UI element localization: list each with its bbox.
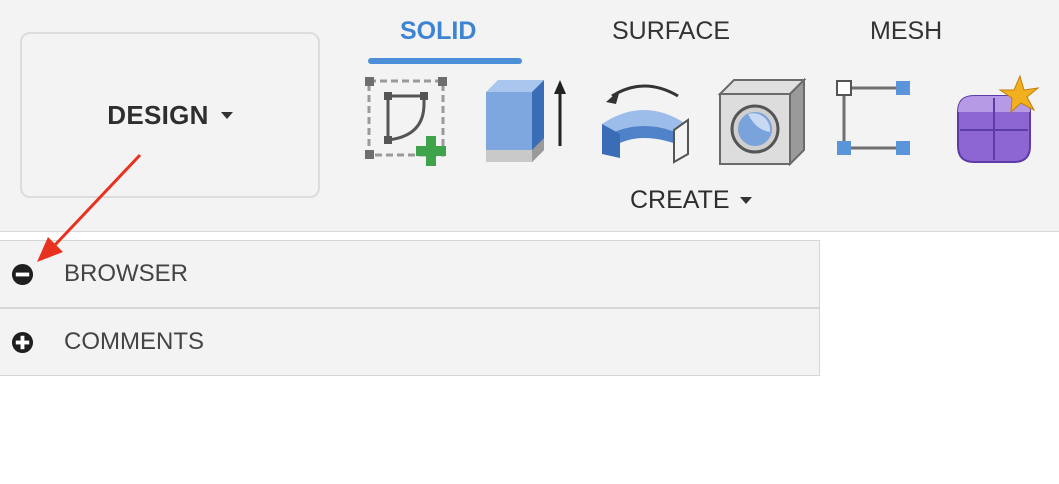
create-menu-button[interactable]: CREATE (630, 183, 752, 217)
form-button[interactable] (830, 74, 924, 168)
create-sketch-icon (365, 77, 447, 166)
toolbar: DESIGN SOLID SURFACE MESH CREATE (0, 0, 1059, 232)
plus-circle-icon[interactable] (11, 331, 34, 354)
form-icon (836, 80, 910, 155)
tab-mesh[interactable]: MESH (870, 17, 942, 46)
comments-panel-header[interactable]: COMMENTS (0, 308, 820, 376)
design-workspace-button[interactable]: DESIGN (20, 32, 320, 198)
hole-button[interactable] (714, 74, 808, 168)
create-sketch-button[interactable] (358, 74, 452, 168)
caret-down-icon (220, 111, 233, 119)
derive-icon (957, 74, 1040, 163)
revolve-icon (602, 84, 689, 164)
extrude-icon (486, 80, 566, 162)
derive-button[interactable] (948, 74, 1042, 168)
hole-icon (717, 77, 807, 167)
comments-panel-label: COMMENTS (64, 328, 204, 355)
design-workspace-label: DESIGN (107, 99, 209, 130)
caret-down-icon (739, 196, 752, 204)
create-menu-label: CREATE (630, 185, 730, 214)
extrude-button[interactable] (480, 74, 574, 168)
tab-solid[interactable]: SOLID (400, 17, 476, 46)
active-tab-indicator (368, 58, 522, 64)
revolve-button[interactable] (598, 74, 692, 168)
browser-panel-label: BROWSER (64, 260, 189, 287)
minus-circle-icon[interactable] (11, 263, 34, 286)
browser-panel-header[interactable]: BROWSER (0, 240, 820, 308)
tab-surface[interactable]: SURFACE (612, 17, 730, 46)
